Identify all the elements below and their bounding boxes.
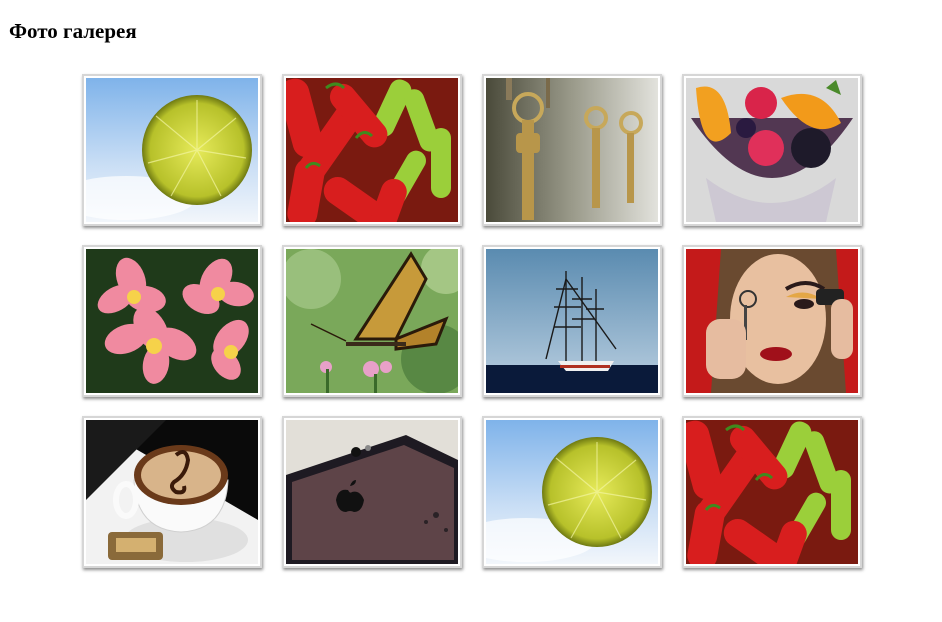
gallery-thumbnail-fruit[interactable] (682, 74, 862, 226)
fruit-bowl-image (686, 78, 858, 222)
gallery-thumbnail-butterfly[interactable] (282, 245, 462, 397)
photo-gallery (82, 74, 862, 568)
gallery-thumbnail-lime-2[interactable] (482, 416, 662, 568)
gallery-thumbnail-makeup[interactable] (682, 245, 862, 397)
lime-slice-image (86, 78, 258, 222)
gallery-thumbnail-keys[interactable] (482, 74, 662, 226)
gallery-thumbnail-peppers-2[interactable] (682, 416, 862, 568)
latte-art-image (86, 420, 258, 564)
gallery-thumbnail-ship[interactable] (482, 245, 662, 397)
iphone-image (286, 420, 458, 564)
butterfly-image (286, 249, 458, 393)
keys-image (486, 78, 658, 222)
plumeria-flowers-image (86, 249, 258, 393)
chili-peppers-image (686, 420, 858, 564)
gallery-thumbnail-coffee[interactable] (82, 416, 262, 568)
page-title: Фото галерея (9, 19, 137, 43)
makeup-woman-image (686, 249, 858, 393)
gallery-thumbnail-lime[interactable] (82, 74, 262, 226)
gallery-thumbnail-flowers[interactable] (82, 245, 262, 397)
chili-peppers-image (286, 78, 458, 222)
gallery-thumbnail-peppers[interactable] (282, 74, 462, 226)
sailing-ship-image (486, 249, 658, 393)
gallery-thumbnail-phone[interactable] (282, 416, 462, 568)
lime-slice-image (486, 420, 658, 564)
